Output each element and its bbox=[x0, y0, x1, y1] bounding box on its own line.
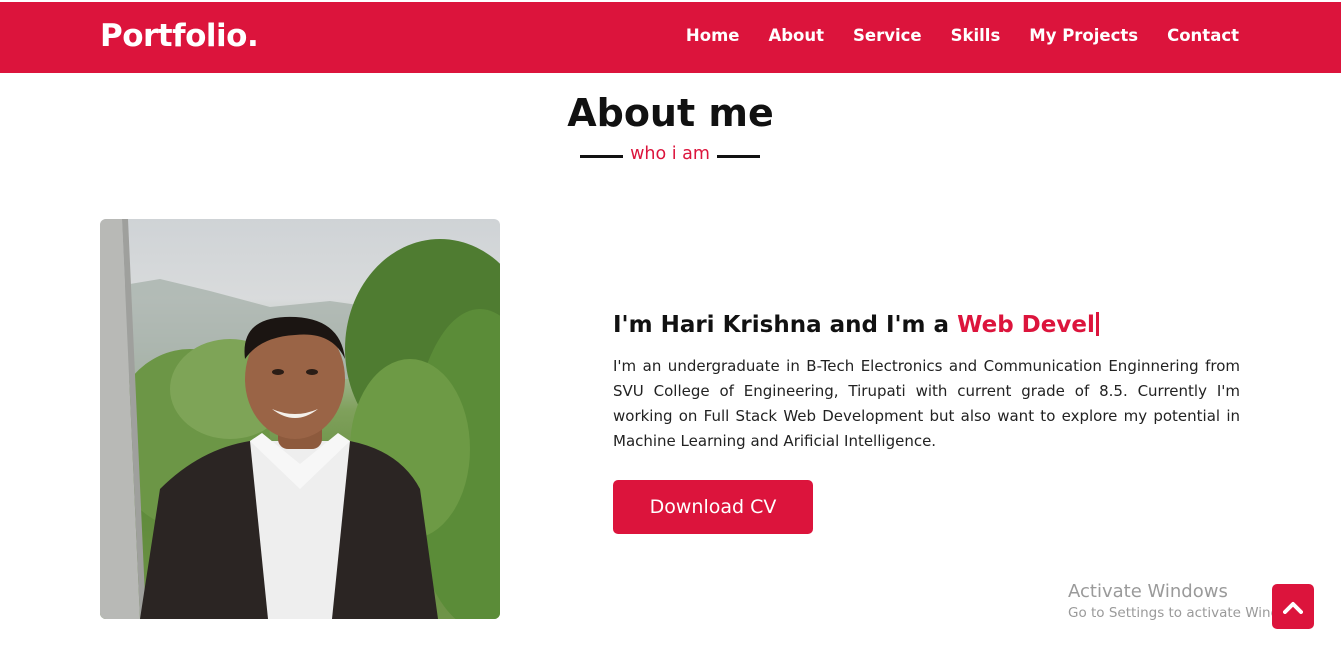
typing-cursor bbox=[1095, 312, 1099, 336]
site-logo[interactable]: Portfolio. bbox=[100, 18, 259, 54]
scroll-to-top-button[interactable] bbox=[1272, 584, 1314, 629]
headline-typed-role: Web Devel bbox=[957, 312, 1095, 338]
nav-item-about[interactable]: About bbox=[768, 26, 824, 45]
nav-item-contact[interactable]: Contact bbox=[1167, 26, 1239, 45]
nav-item-my-projects[interactable]: My Projects bbox=[1029, 26, 1138, 45]
section-title: About me bbox=[567, 91, 774, 135]
about-paragraph: I'm an undergraduate in B-Tech Electroni… bbox=[613, 357, 1240, 450]
about-headline: I'm Hari Krishna and I'm a Web Devel bbox=[613, 312, 1240, 338]
nav-item-skills[interactable]: Skills bbox=[951, 26, 1001, 45]
section-subtitle: who i am bbox=[580, 142, 760, 168]
nav-item-service[interactable]: Service bbox=[853, 26, 922, 45]
download-cv-button[interactable]: Download CV bbox=[613, 480, 813, 534]
subtitle-divider-right bbox=[717, 155, 760, 158]
navbar: Portfolio. Home About Service Skills My … bbox=[0, 2, 1341, 73]
profile-photo bbox=[100, 219, 500, 619]
nav-menu: Home About Service Skills My Projects Co… bbox=[657, 26, 1239, 45]
headline-prefix: I'm Hari Krishna and I'm a bbox=[613, 312, 958, 338]
chevron-up-icon bbox=[1283, 601, 1303, 614]
subtitle-text: who i am bbox=[630, 144, 710, 164]
profile-photo-illustration bbox=[100, 219, 500, 619]
about-content: I'm Hari Krishna and I'm a Web Devel I'm… bbox=[613, 312, 1240, 469]
nav-item-home[interactable]: Home bbox=[686, 26, 740, 45]
